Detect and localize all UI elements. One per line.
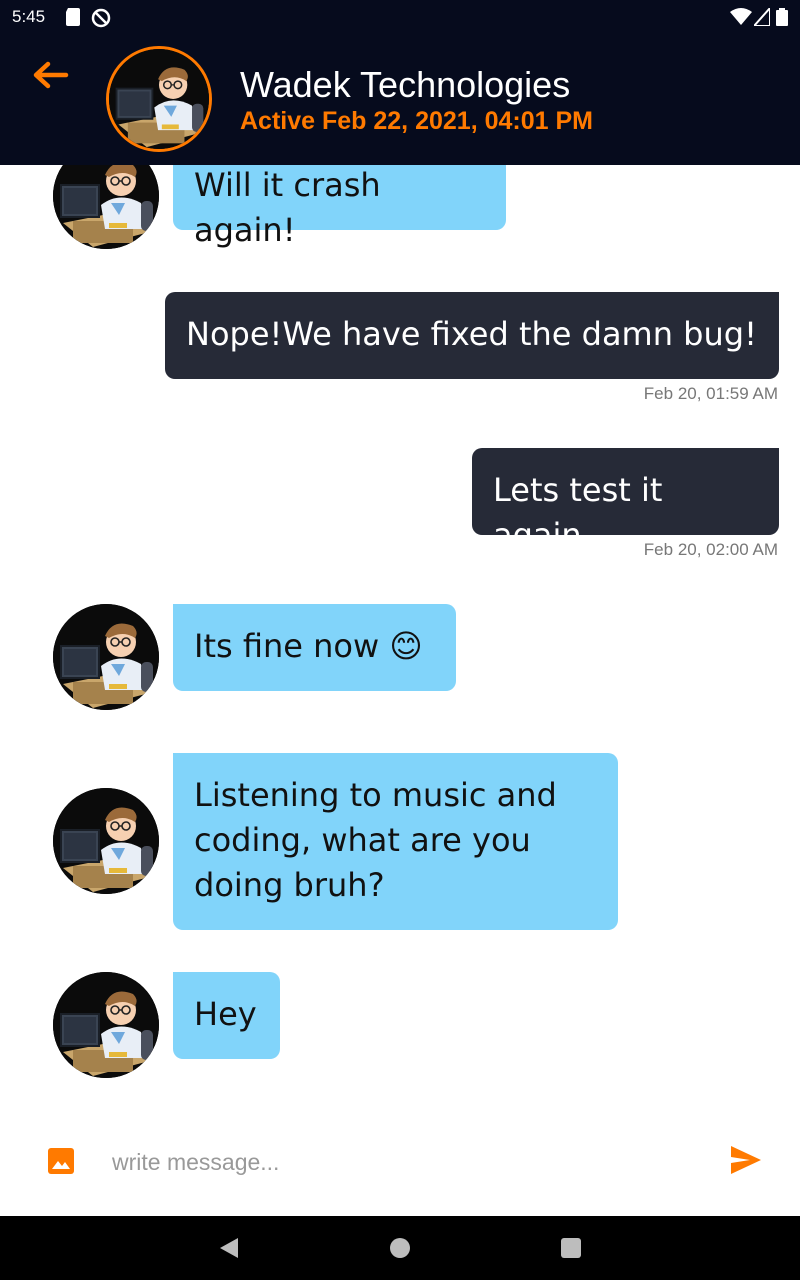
message-bubble-incoming[interactable]: Listening to music and coding, what are … <box>173 753 618 930</box>
message-input[interactable] <box>110 1135 694 1189</box>
nav-recents-icon[interactable] <box>561 1238 581 1258</box>
message-bubble-outgoing[interactable]: Nope!We have fixed the damn bug! <box>165 292 779 379</box>
chat-header: Wadek Technologies Active Feb 22, 2021, … <box>0 34 800 165</box>
message-composer <box>0 1105 800 1216</box>
message-bubble-incoming[interactable]: Its fine now 😊 <box>173 604 456 691</box>
send-icon[interactable] <box>730 1145 762 1175</box>
status-time: 5:45 <box>12 7 46 26</box>
nav-back-icon[interactable] <box>218 1236 240 1260</box>
message-timestamp: Feb 20, 01:59 AM <box>643 384 778 403</box>
system-nav-bar <box>0 1216 800 1280</box>
message-bubble-incoming[interactable]: Hey <box>173 972 280 1059</box>
image-icon[interactable] <box>48 1148 74 1174</box>
contact-name: Wadek Technologies <box>240 64 571 105</box>
signal-icon <box>754 8 770 26</box>
sender-avatar <box>53 165 159 249</box>
nav-home-icon[interactable] <box>389 1237 411 1259</box>
sd-card-icon <box>66 8 80 26</box>
battery-icon <box>776 8 788 26</box>
wifi-icon <box>730 8 752 25</box>
status-bar: 5:45 <box>0 0 800 34</box>
message-timestamp: Feb 20, 02:00 AM <box>643 540 778 559</box>
sender-avatar <box>53 972 159 1078</box>
message-bubble-incoming[interactable]: Will it crash again! <box>173 165 506 249</box>
data-saver-icon <box>91 8 111 28</box>
contact-avatar[interactable] <box>106 46 212 152</box>
sender-avatar <box>53 788 159 894</box>
message-bubble-outgoing[interactable]: Lets test it again <box>472 448 779 554</box>
last-active-status: Active Feb 22, 2021, 04:01 PM <box>240 107 593 135</box>
sender-avatar <box>53 604 159 710</box>
back-arrow-icon[interactable] <box>30 56 70 96</box>
message-list[interactable]: Will it crash again! Nope!We have fixed … <box>0 165 800 1105</box>
